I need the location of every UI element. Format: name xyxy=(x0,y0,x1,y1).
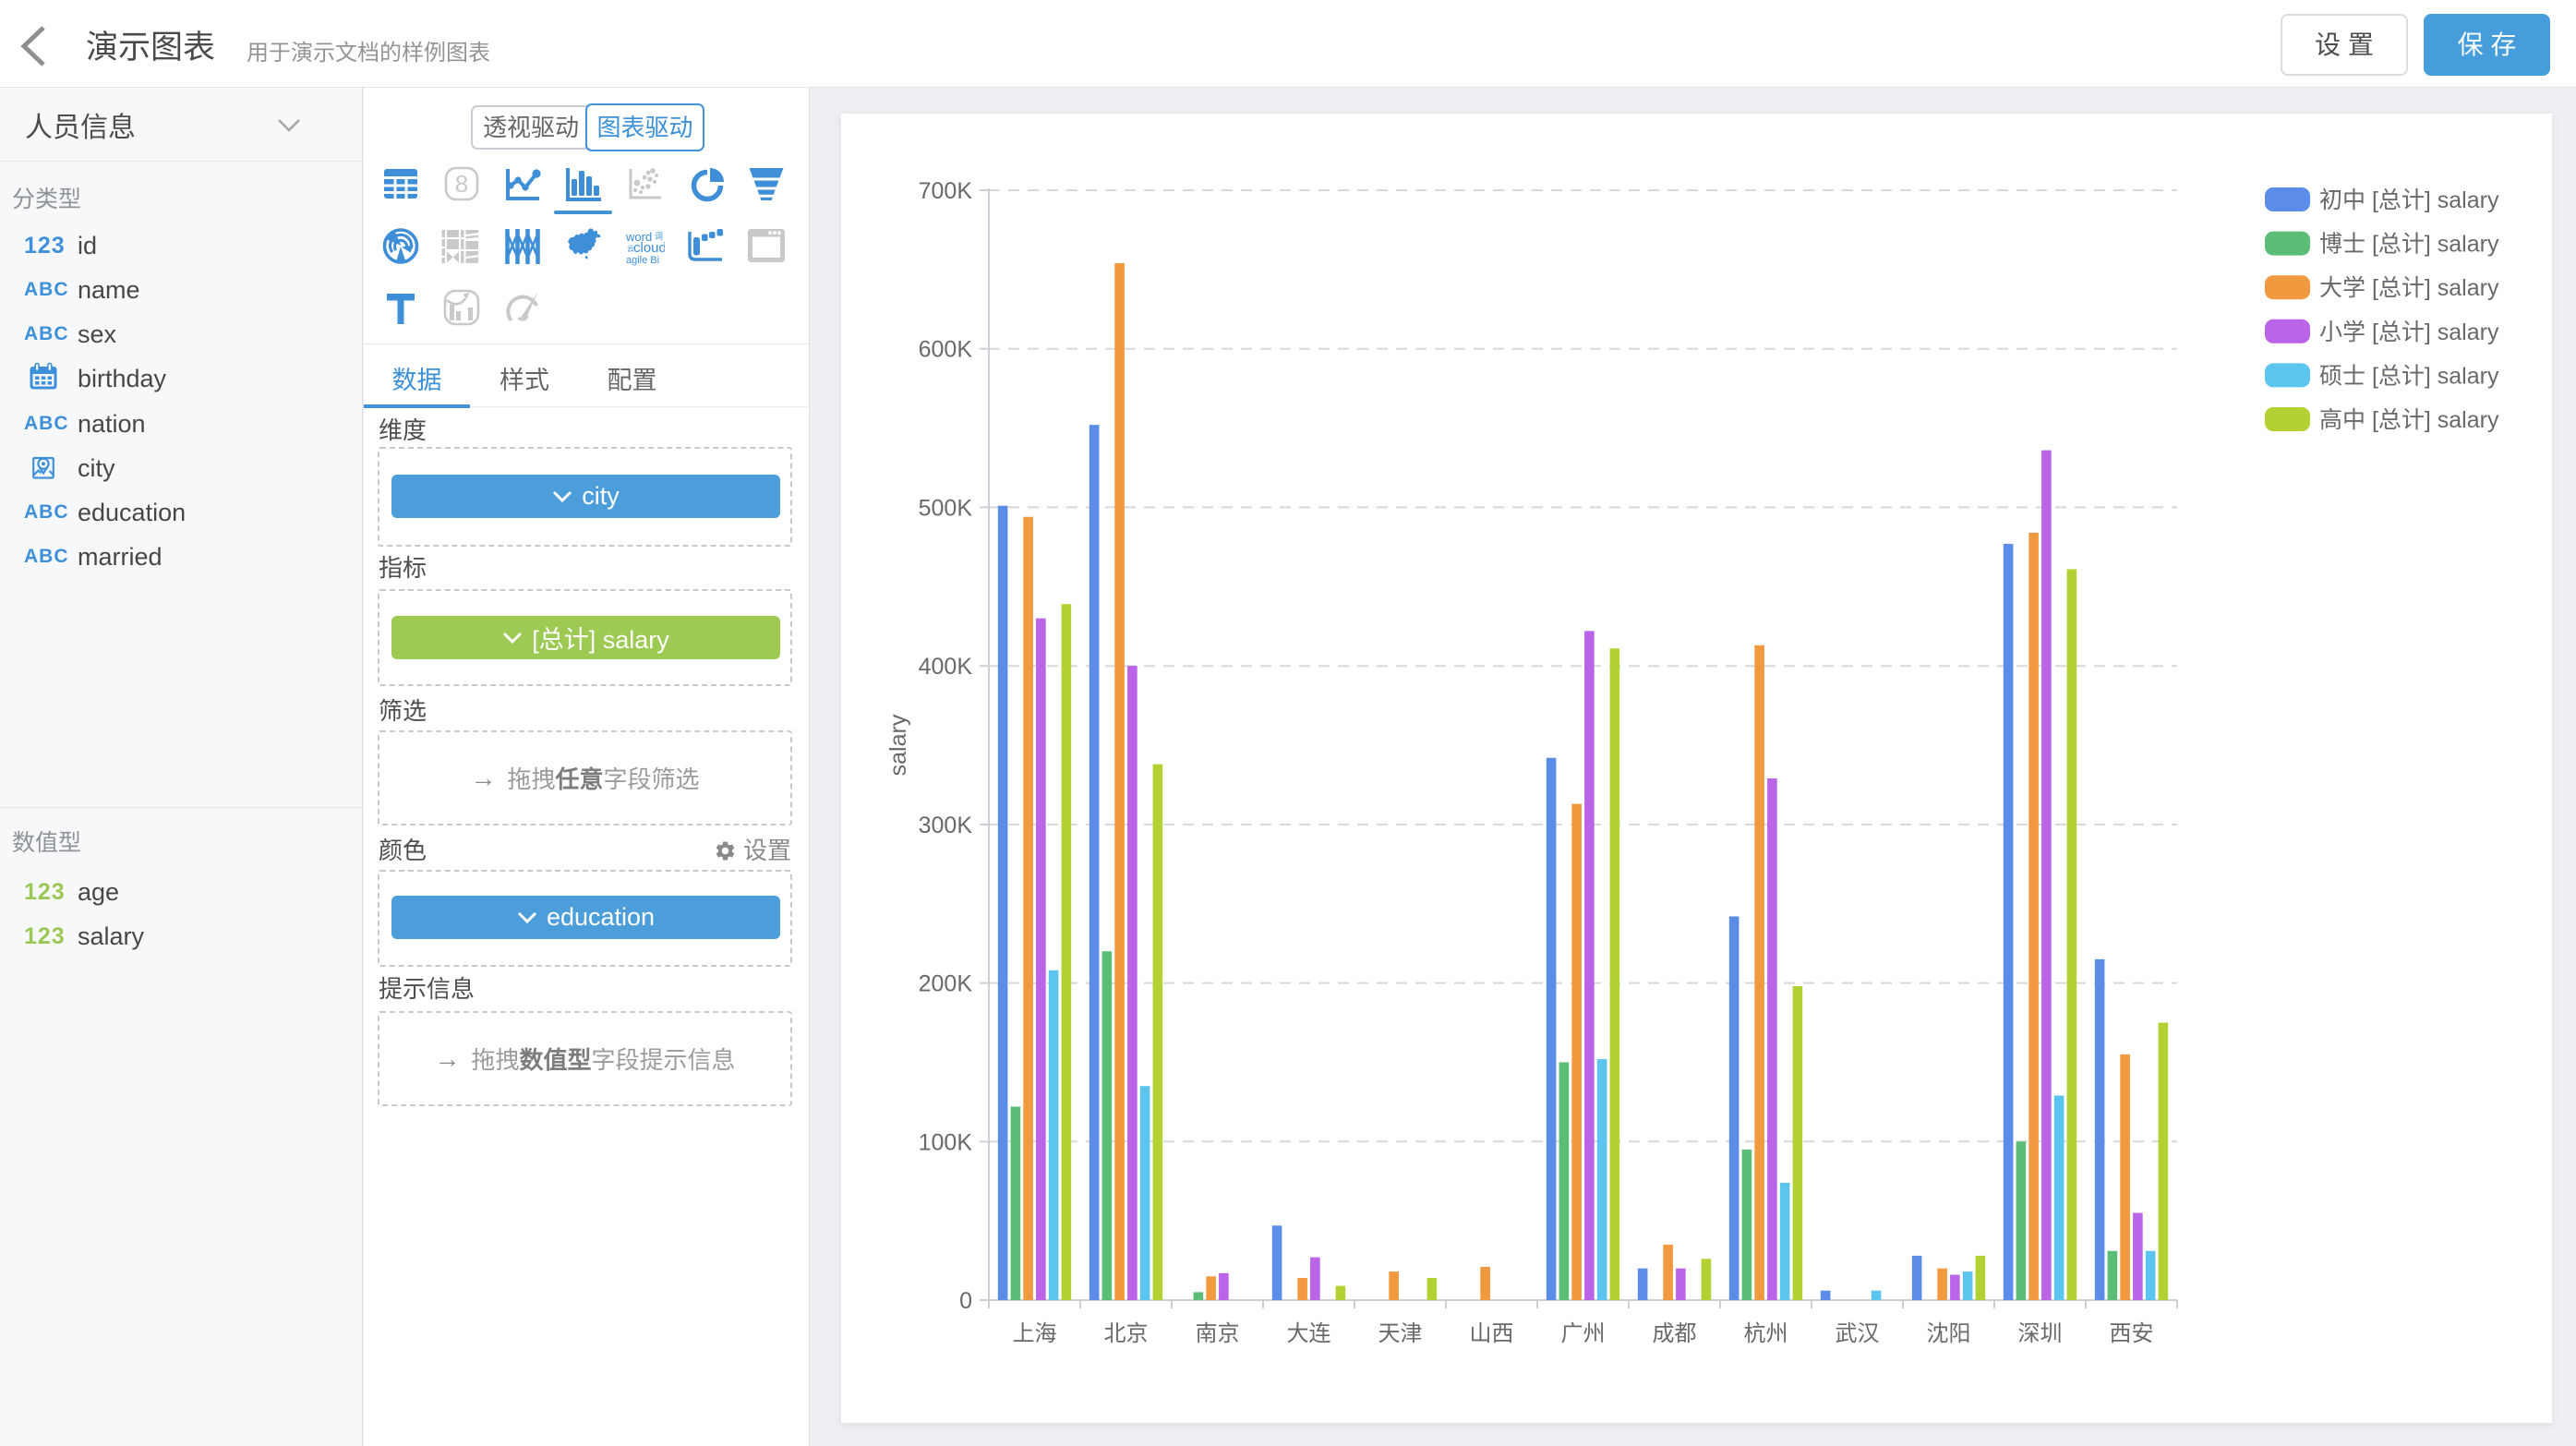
svg-text:天津: 天津 xyxy=(1378,1321,1423,1346)
svg-text:硕士 [总计] salary: 硕士 [总计] salary xyxy=(2319,363,2499,389)
svg-text:云: 云 xyxy=(627,245,634,253)
svg-text:8: 8 xyxy=(455,170,468,198)
svg-text:700K: 700K xyxy=(919,178,973,204)
svg-text:小学 [总计] salary: 小学 [总计] salary xyxy=(2319,319,2499,345)
svg-text:agile Bi: agile Bi xyxy=(626,255,659,266)
svg-text:西安: 西安 xyxy=(2110,1321,2154,1346)
svg-text:300K: 300K xyxy=(919,813,973,838)
svg-text:山西: 山西 xyxy=(1470,1321,1514,1346)
svg-text:大学 [总计] salary: 大学 [总计] salary xyxy=(2319,275,2499,301)
svg-text:成都: 成都 xyxy=(1653,1321,1697,1346)
svg-text:上海: 上海 xyxy=(1013,1321,1057,1346)
svg-text:南京: 南京 xyxy=(1196,1321,1240,1346)
svg-text:杭州: 杭州 xyxy=(1744,1321,1788,1346)
svg-text:武汉: 武汉 xyxy=(1836,1321,1880,1346)
svg-text:100K: 100K xyxy=(919,1129,973,1155)
svg-text:salary: salary xyxy=(885,714,911,776)
svg-text:200K: 200K xyxy=(919,971,973,997)
svg-text:0: 0 xyxy=(959,1288,972,1314)
svg-text:大连: 大连 xyxy=(1287,1321,1331,1346)
svg-text:广州: 广州 xyxy=(1561,1321,1606,1346)
svg-text:500K: 500K xyxy=(919,495,973,521)
svg-text:400K: 400K xyxy=(919,654,973,680)
svg-text:北京: 北京 xyxy=(1104,1321,1149,1346)
svg-text:高中 [总计] salary: 高中 [总计] salary xyxy=(2319,407,2499,433)
svg-text:沈阳: 沈阳 xyxy=(1927,1321,1971,1346)
svg-text:cloud: cloud xyxy=(633,240,665,256)
svg-text:初中 [总计] salary: 初中 [总计] salary xyxy=(2319,187,2499,213)
svg-text:600K: 600K xyxy=(919,337,973,363)
svg-text:博士 [总计] salary: 博士 [总计] salary xyxy=(2319,232,2499,258)
svg-text:深圳: 深圳 xyxy=(2018,1321,2063,1346)
